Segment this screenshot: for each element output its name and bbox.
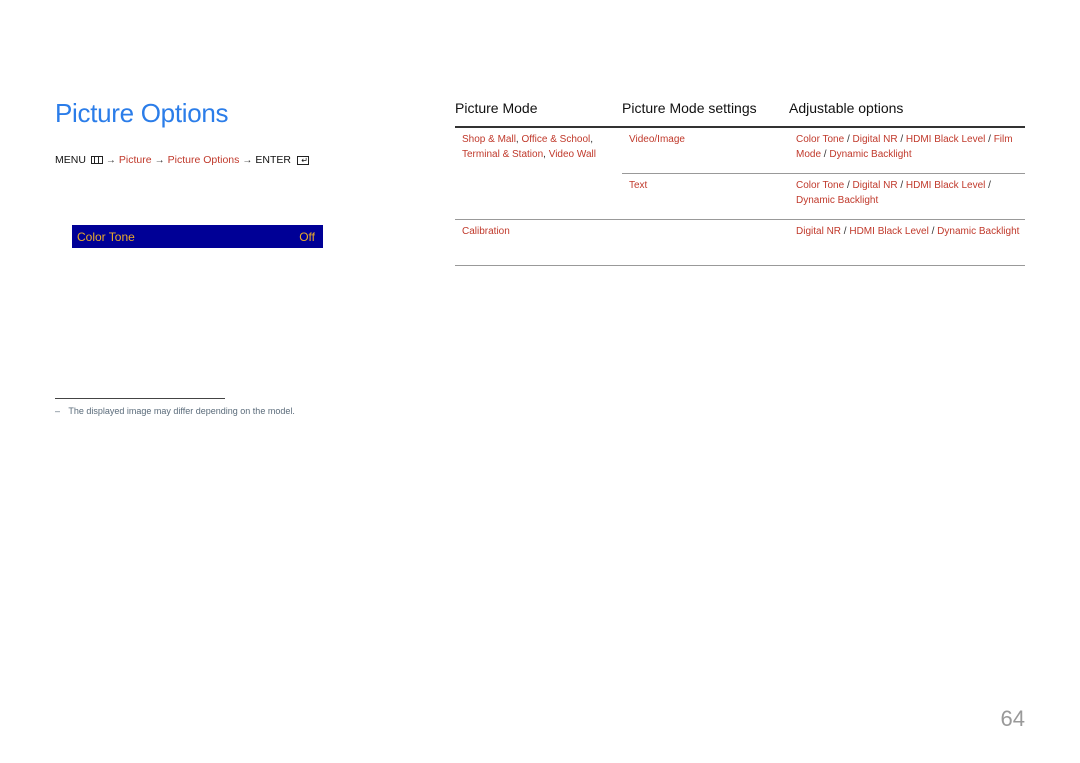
osd-value: Off [299,229,315,244]
option-link[interactable]: Color Tone [796,134,844,145]
header-picture-mode: Picture Mode [455,100,538,116]
settings-row: Video/Image Color Tone / Digital NR / HDM… [622,128,1025,173]
arrow-icon: → [105,154,116,166]
settings-row: Text Color Tone / Digital NR / HDMI Black… [622,173,1025,219]
footnote-divider [55,398,225,399]
arrow-icon: → [154,154,165,166]
enter-label: ENTER [255,154,291,166]
separator: / [897,180,906,191]
option-link[interactable]: Digital NR [853,180,898,191]
path-picture-link[interactable]: Picture [119,154,152,166]
option-link[interactable]: Dynamic Backlight [937,226,1019,237]
separator: / [928,226,938,237]
menu-label: MENU [55,154,86,166]
separator: / [985,134,994,145]
table-row: Shop & Mall, Office & School, Terminal &… [455,128,1025,220]
option-link[interactable]: Digital NR [796,226,841,237]
osd-color-tone-item: Color Tone Off [72,225,323,248]
menu-grid-icon [90,156,103,164]
separator: , [590,134,594,145]
picture-mode-cell: Shop & Mall, Office & School, Terminal &… [455,128,622,219]
picture-mode-table: Picture Mode Picture Mode settings Adjus… [455,100,1025,266]
arrow-icon: → [242,154,253,166]
enter-icon: ↵ [297,155,309,165]
separator: / [897,134,906,145]
separator: / [985,180,991,191]
footnote-text: The displayed image may differ depending… [68,406,295,416]
header-picture-mode-settings: Picture Mode settings [622,100,757,116]
option-link[interactable]: Color Tone [796,180,844,191]
menu-path: MENU → Picture → Picture Options → ENTER… [55,154,309,166]
footnote: – The displayed image may differ dependi… [55,406,295,416]
osd-label: Color Tone [77,229,135,244]
table-header: Picture Mode Picture Mode settings Adjus… [455,100,1025,128]
table-body: Shop & Mall, Office & School, Terminal &… [455,128,1025,266]
table-row: Calibration Digital NR / HDMI Black Level… [455,220,1025,266]
separator: / [844,134,853,145]
adjustable-options-cell: Digital NR / HDMI Black Level / Dynamic … [789,220,1025,265]
separator: / [844,180,853,191]
page-title: Picture Options [55,98,229,128]
path-picture-options-link[interactable]: Picture Options [168,154,240,166]
header-adjustable-options: Adjustable options [789,100,904,116]
picture-mode-link[interactable]: Shop & Mall [462,134,516,145]
picture-mode-link[interactable]: Calibration [462,226,510,237]
option-link[interactable]: HDMI Black Level [906,180,985,191]
option-link[interactable]: Dynamic Backlight [796,195,878,206]
footnote-dash: – [55,406,61,416]
settings-row: Digital NR / HDMI Black Level / Dynamic … [622,220,1025,265]
mode-setting-cell[interactable]: Video/Image [622,128,789,173]
picture-mode-cell: Calibration [455,220,622,265]
settings-group: Video/Image Color Tone / Digital NR / HDM… [622,128,1025,219]
option-link[interactable]: HDMI Black Level [849,226,928,237]
page-number: 64 [1000,706,1025,731]
option-link[interactable]: Dynamic Backlight [829,149,911,160]
option-link[interactable]: HDMI Black Level [906,134,985,145]
adjustable-options-cell: Color Tone / Digital NR / HDMI Black Lev… [789,128,1025,173]
picture-mode-link[interactable]: Office & School [521,134,590,145]
mode-setting-cell [622,220,789,265]
picture-mode-link[interactable]: Video Wall [549,149,596,160]
adjustable-options-cell: Color Tone / Digital NR / HDMI Black Lev… [789,174,1025,219]
mode-setting-cell[interactable]: Text [622,174,789,219]
settings-group: Digital NR / HDMI Black Level / Dynamic … [622,220,1025,265]
option-link[interactable]: Digital NR [853,134,898,145]
picture-mode-link[interactable]: Terminal & Station [462,149,543,160]
